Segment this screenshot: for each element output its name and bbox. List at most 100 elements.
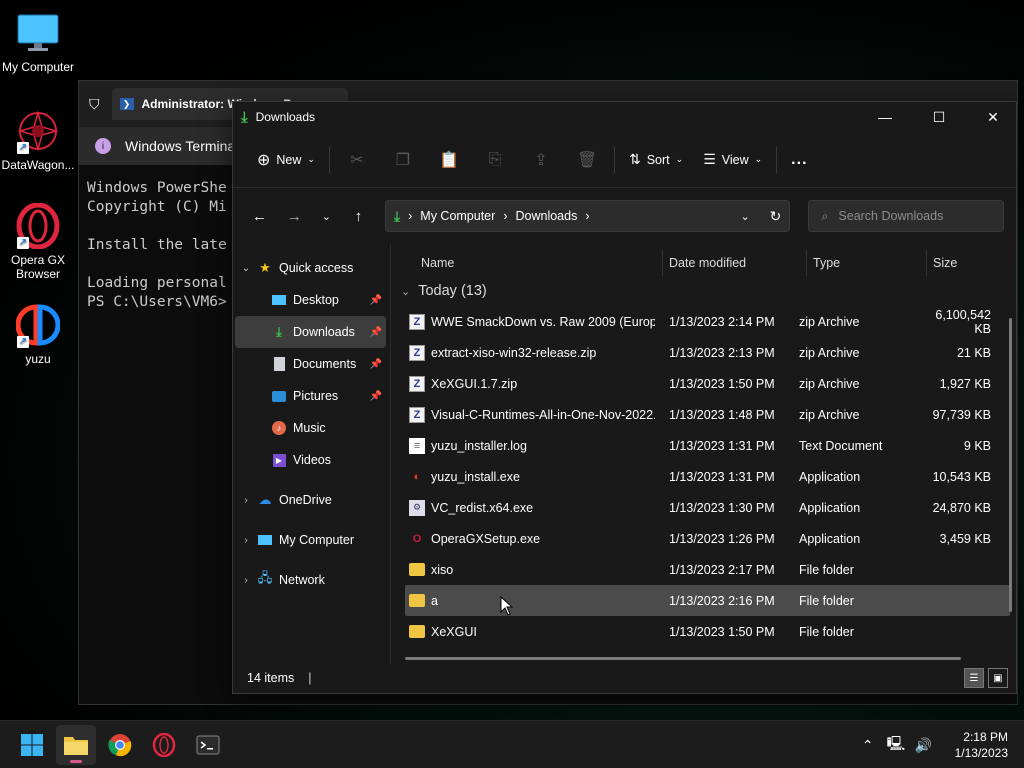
monitor-icon <box>15 10 61 56</box>
opera-gx-icon: ↗ <box>15 203 61 249</box>
file-row[interactable]: Z WWE SmackDown vs. Raw 2009 (Europe)....… <box>405 306 1010 337</box>
nav-onedrive[interactable]: › ☁ OneDrive <box>235 484 386 516</box>
breadcrumb-my-computer[interactable]: My Computer <box>420 209 495 223</box>
separator <box>776 146 778 173</box>
forward-button[interactable]: → <box>280 201 309 231</box>
nav-item-desktop[interactable]: Desktop 📌 <box>235 284 386 316</box>
chevron-down-icon: ⌄ <box>401 285 411 298</box>
share-icon[interactable]: ⇪ <box>518 144 564 176</box>
file-size: 21 KB <box>956 345 991 360</box>
close-button[interactable]: ✕ <box>970 102 1016 132</box>
minimize-button[interactable]: — <box>862 102 908 132</box>
file-row[interactable]: ≡ yuzu_installer.log 1/13/2023 1:31 PM Text… <box>405 430 1010 461</box>
file-date: 1/13/2023 1:31 PM <box>669 469 775 484</box>
pin-icon: 📌 <box>369 358 382 370</box>
desktop-icon-yuzu[interactable]: ↗ yuzu <box>0 302 76 366</box>
column-header-size[interactable]: Size <box>927 250 1003 276</box>
up-button[interactable]: ↑ <box>344 201 373 231</box>
file-date: 1/13/2023 1:31 PM <box>669 438 775 453</box>
more-options-button[interactable]: ... <box>781 144 817 176</box>
chevron-right-icon[interactable]: › <box>235 495 257 506</box>
new-button[interactable]: ⊕ New ⌄ <box>247 144 325 176</box>
recent-locations-button[interactable]: ⌄ <box>315 201 338 231</box>
nav-label: Quick access <box>279 261 354 275</box>
clock[interactable]: 2:18 PM 1/13/2023 <box>955 729 1008 761</box>
nav-quick-access[interactable]: ⌄ ★ Quick access <box>235 252 386 284</box>
nav-item-downloads[interactable]: ⤓ Downloads 📌 <box>235 316 386 348</box>
vertical-scrollbar[interactable] <box>1009 318 1012 612</box>
taskbar-terminal[interactable] <box>188 725 228 765</box>
file-name-cell: Z XeXGUI.1.7.zip <box>405 375 655 392</box>
maximize-button[interactable]: ☐ <box>916 102 962 132</box>
file-type: File folder <box>799 593 854 608</box>
volume-icon[interactable]: 🔊 <box>915 737 933 754</box>
cut-icon[interactable]: ✂ <box>334 144 380 176</box>
column-header-type[interactable]: Type <box>807 250 927 276</box>
file-row[interactable]: Zextract-xiso-win32-release.zip 1/13/2023… <box>405 337 1010 368</box>
back-button[interactable]: ← <box>245 201 274 231</box>
file-list[interactable]: Name Date modified Type Size ⌄ Today (13… <box>391 244 1016 664</box>
nav-item-documents[interactable]: Documents 📌 <box>235 348 386 380</box>
chevron-right-icon[interactable]: › <box>235 535 257 546</box>
view-button[interactable]: ☰ View ⌄ <box>693 144 772 176</box>
file-explorer-window[interactable]: ⤓ Downloads — ☐ ✕ ⊕ New ⌄ ✂ ❐ 📋 ⎘ ⇪ 🗑 ⇅ … <box>232 101 1017 694</box>
mouse-cursor <box>500 596 514 616</box>
download-arrow-icon: ⤓ <box>276 324 282 339</box>
taskbar-file-explorer[interactable] <box>56 724 96 765</box>
title-bar[interactable]: ⤓ Downloads — ☐ ✕ <box>233 102 1016 132</box>
horizontal-scrollbar[interactable] <box>405 657 961 660</box>
desktop-icon-my-computer[interactable]: My Computer <box>0 10 76 74</box>
desktop-icon-label: My Computer <box>1 60 75 74</box>
nav-item-videos[interactable]: ▶ Videos <box>235 444 386 476</box>
delete-icon[interactable]: 🗑 <box>564 144 610 176</box>
file-row[interactable]: O OperaGXSetup.exe 1/13/2023 1:26 PM Applic… <box>405 523 1010 554</box>
group-header[interactable]: ⌄ Today (13) <box>391 276 1016 306</box>
chrome-icon <box>108 733 132 756</box>
file-row[interactable]: ◐ yuzu_install.exe 1/13/2023 1:31 PM Applic… <box>405 461 1010 492</box>
file-row[interactable]: ⚙ VC_redist.x64.exe 1/13/2023 1:30 PM Appli… <box>405 492 1010 523</box>
file-row[interactable]: a 1/13/2023 2:16 PM File folder <box>405 585 1010 616</box>
search-input[interactable]: ⌕ Search Downloads <box>808 200 1005 232</box>
refresh-icon[interactable]: ↻ <box>770 208 782 225</box>
file-row[interactable]: Z Visual-C-Runtimes-All-in-One-Nov-2022..… <box>405 399 1010 430</box>
column-header-name[interactable]: Name <box>391 250 663 276</box>
nav-my-computer[interactable]: › My Computer <box>235 524 386 556</box>
rename-icon[interactable]: ⎘ <box>472 144 518 176</box>
nav-item-pictures[interactable]: Pictures 📌 <box>235 380 386 412</box>
taskbar-chrome[interactable] <box>100 725 140 765</box>
desktop-icon-datawagon[interactable]: ↗ DataWagon... <box>0 108 76 172</box>
tiles-view-button[interactable]: ▣ <box>988 668 1008 688</box>
separator <box>613 146 615 173</box>
desktop-icon-label: DataWagon... <box>1 158 75 172</box>
file-date: 1/13/2023 1:48 PM <box>669 407 775 422</box>
column-header-date[interactable]: Date modified <box>663 250 807 276</box>
address-bar[interactable]: ⤓ › My Computer › Downloads › ⌄ ↻ <box>384 200 791 232</box>
breadcrumb-downloads[interactable]: Downloads <box>515 209 577 223</box>
file-name: a <box>431 593 438 608</box>
file-row[interactable]: XeXGUI 1/13/2023 1:50 PM File folder <box>405 616 1010 647</box>
system-tray: ⌃ 🖳 🔊 2:18 PM 1/13/2023 <box>859 721 1024 768</box>
command-bar: ⊕ New ⌄ ✂ ❐ 📋 ⎘ ⇪ 🗑 ⇅ Sort ⌄ ☰ View ⌄ ..… <box>233 132 1016 188</box>
file-name-cell: O OperaGXSetup.exe <box>405 531 655 547</box>
start-button[interactable] <box>12 725 52 765</box>
desktop-icon-opera-gx[interactable]: ↗ Opera GX Browser <box>0 203 76 281</box>
view-list-icon: ☰ <box>703 151 716 167</box>
info-icon: i <box>95 138 111 154</box>
paste-icon[interactable]: 📋 <box>426 144 472 176</box>
nav-network[interactable]: › 🖧 Network <box>235 564 386 596</box>
chevron-down-icon[interactable]: ⌄ <box>235 263 257 274</box>
nav-item-music[interactable]: ♪ Music <box>235 412 386 444</box>
network-status-icon[interactable]: 🖳 <box>887 733 906 757</box>
documents-icon <box>271 356 287 372</box>
file-row[interactable]: xiso 1/13/2023 2:17 PM File folder <box>405 554 1010 585</box>
details-view-button[interactable]: ☰ <box>964 668 984 688</box>
address-dropdown-icon[interactable]: ⌄ <box>740 210 749 223</box>
copy-icon[interactable]: ❐ <box>380 144 426 176</box>
taskbar-opera-gx[interactable] <box>144 725 184 765</box>
chevron-right-icon[interactable]: › <box>235 575 257 586</box>
file-row[interactable]: Z XeXGUI.1.7.zip 1/13/2023 1:50 PM zip Arch… <box>405 368 1010 399</box>
chevron-up-icon[interactable]: ⌃ <box>859 737 877 754</box>
sort-button[interactable]: ⇅ Sort ⌄ <box>619 144 693 176</box>
file-type: zip Archive <box>799 345 860 360</box>
sort-icon: ⇅ <box>628 151 641 167</box>
